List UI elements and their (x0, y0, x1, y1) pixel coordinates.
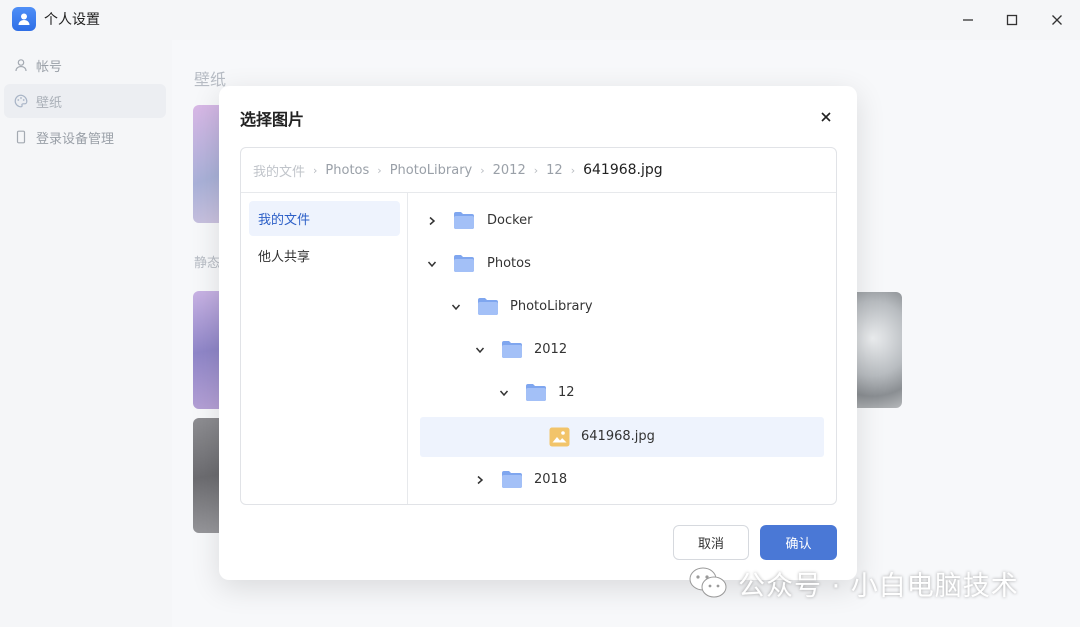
dialog-close-button[interactable] (817, 108, 835, 126)
chevron-down-icon[interactable] (474, 344, 486, 356)
sidebar-item-label: 登录设备管理 (36, 131, 115, 147)
chevron-right-icon[interactable] (426, 215, 438, 227)
select-image-dialog: 选择图片 我的文件 › Photos › PhotoLibrary › 2012… (219, 86, 857, 580)
watermark: 公众号 · 小白电脑技术 (688, 563, 1019, 603)
user-app-icon (12, 7, 36, 31)
folder-icon (502, 471, 522, 488)
nav-item-shared[interactable]: 他人共享 (249, 238, 400, 273)
folder-icon (526, 384, 546, 401)
chevron-right-icon: › (313, 163, 318, 177)
tree-row-label: PhotoLibrary (510, 299, 593, 314)
confirm-button[interactable]: 确认 (760, 525, 837, 560)
tree-row-photolibrary[interactable]: PhotoLibrary (420, 287, 824, 327)
breadcrumb-item[interactable]: PhotoLibrary (390, 163, 473, 178)
dialog-title: 选择图片 (240, 110, 305, 129)
chevron-down-icon[interactable] (426, 258, 438, 270)
tree-row-2012[interactable]: 2012 (420, 330, 824, 370)
window-title: 个人设置 (44, 12, 100, 28)
breadcrumb: 我的文件 › Photos › PhotoLibrary › 2012 › 12… (241, 148, 836, 193)
folder-icon (502, 341, 522, 358)
tree-row-label: 641968.jpg (581, 429, 655, 444)
tree-row-12[interactable]: 12 (420, 373, 824, 413)
folder-icon (454, 212, 474, 229)
cancel-button[interactable]: 取消 (673, 525, 749, 560)
image-file-icon (549, 427, 570, 447)
chevron-right-icon: › (533, 163, 539, 177)
settings-sidebar: 帐号 壁纸 登录设备管理 (0, 40, 172, 627)
tree-row-file-selected[interactable]: 641968.jpg (420, 417, 824, 457)
chevron-right-icon: › (377, 163, 382, 177)
breadcrumb-item[interactable]: 12 (546, 163, 563, 178)
file-browser: 我的文件 › Photos › PhotoLibrary › 2012 › 12… (240, 147, 837, 505)
watermark-text: 公众号 · 小白电脑技术 (738, 570, 1019, 602)
tree-row-2018[interactable]: 2018 (420, 460, 824, 500)
tree-row-docker[interactable]: Docker (420, 201, 824, 241)
sidebar-item-label: 壁纸 (36, 95, 63, 111)
chevron-down-icon[interactable] (498, 387, 510, 399)
maximize-icon (1006, 14, 1018, 26)
minimize-button[interactable] (954, 6, 982, 34)
sidebar-item-wallpaper[interactable]: 壁纸 (4, 84, 166, 118)
tree-row-label: Photos (487, 256, 531, 271)
close-icon (821, 112, 831, 122)
chevron-down-icon[interactable] (450, 301, 462, 313)
breadcrumb-item[interactable]: Photos (325, 163, 369, 178)
maximize-button[interactable] (998, 6, 1026, 34)
breadcrumb-current: 641968.jpg (583, 162, 663, 178)
title-bar: 个人设置 (0, 0, 1080, 40)
tree-row-photos[interactable]: Photos (420, 244, 824, 284)
tree-row-label: 12 (558, 385, 575, 400)
breadcrumb-item[interactable]: 我的文件 (253, 161, 305, 180)
palette-icon (14, 94, 28, 108)
device-icon (16, 130, 26, 144)
location-nav: 我的文件 他人共享 (241, 193, 408, 504)
tree-row-label: 2012 (534, 342, 568, 357)
breadcrumb-item[interactable]: 2012 (493, 163, 526, 178)
sidebar-item-label: 帐号 (36, 59, 63, 75)
chevron-right-icon: › (480, 163, 485, 177)
sidebar-item-device-management[interactable]: 登录设备管理 (4, 120, 166, 154)
page-title: 壁纸 (194, 70, 227, 89)
user-icon (15, 59, 27, 72)
chevron-right-icon: › (570, 163, 576, 177)
folder-icon (478, 298, 498, 315)
folder-tree: Docker Photos PhotoLibrary 2012 12 64196… (408, 193, 836, 504)
close-icon (1052, 15, 1062, 25)
folder-icon (454, 255, 474, 272)
tree-row-label: Docker (487, 213, 533, 228)
minimize-icon (963, 19, 973, 21)
section-label: 静态 (194, 256, 221, 271)
wechat-icon (689, 567, 727, 598)
tree-row-label: 2018 (534, 472, 568, 487)
close-window-button[interactable] (1043, 6, 1071, 34)
nav-item-my-files[interactable]: 我的文件 (249, 201, 400, 236)
chevron-right-icon[interactable] (474, 474, 486, 486)
sidebar-item-account[interactable]: 帐号 (4, 48, 166, 82)
